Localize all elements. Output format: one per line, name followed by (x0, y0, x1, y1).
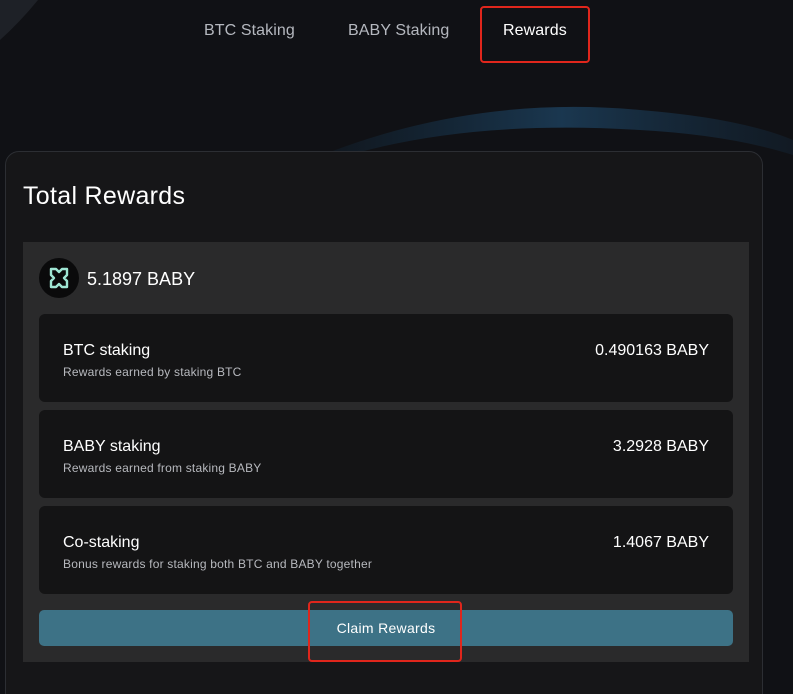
reward-row-title: Co-staking (63, 534, 140, 551)
reward-row-subtitle: Rewards earned by staking BTC (63, 365, 242, 379)
staking-tabs: BTC Staking BABY Staking Rewards (0, 0, 793, 64)
claim-rewards-button[interactable]: Claim Rewards (39, 610, 733, 646)
reward-row-subtitle: Bonus rewards for staking both BTC and B… (63, 557, 373, 571)
reward-row-title: BABY staking (63, 438, 161, 455)
page-title: Total Rewards (23, 182, 186, 210)
reward-row-co-staking: Co-staking Bonus rewards for staking bot… (39, 506, 733, 594)
reward-row-btc-staking: BTC staking Rewards earned by staking BT… (39, 314, 733, 402)
total-rewards-amount: 5.1897 BABY (87, 269, 196, 289)
reward-row-amount: 3.2928 BABY (612, 438, 709, 455)
reward-row-subtitle: Rewards earned from staking BABY (63, 461, 262, 475)
rewards-panel: 5.1897 BABY BTC staking Rewards earned b… (23, 242, 749, 662)
reward-row-amount: 0.490163 BABY (595, 342, 709, 359)
reward-row-title: BTC staking (63, 342, 151, 359)
total-rewards-card: Total Rewards 5.1897 BABY BTC staking Re… (5, 151, 763, 694)
reward-row-baby-staking: BABY staking Rewards earned from staking… (39, 410, 733, 498)
tab-baby-staking[interactable]: BABY Staking (348, 22, 449, 40)
tab-btc-staking[interactable]: BTC Staking (204, 22, 295, 40)
reward-row-amount: 1.4067 BABY (612, 534, 709, 551)
babylon-logo-icon (39, 258, 79, 298)
tab-rewards[interactable]: Rewards (503, 22, 567, 40)
